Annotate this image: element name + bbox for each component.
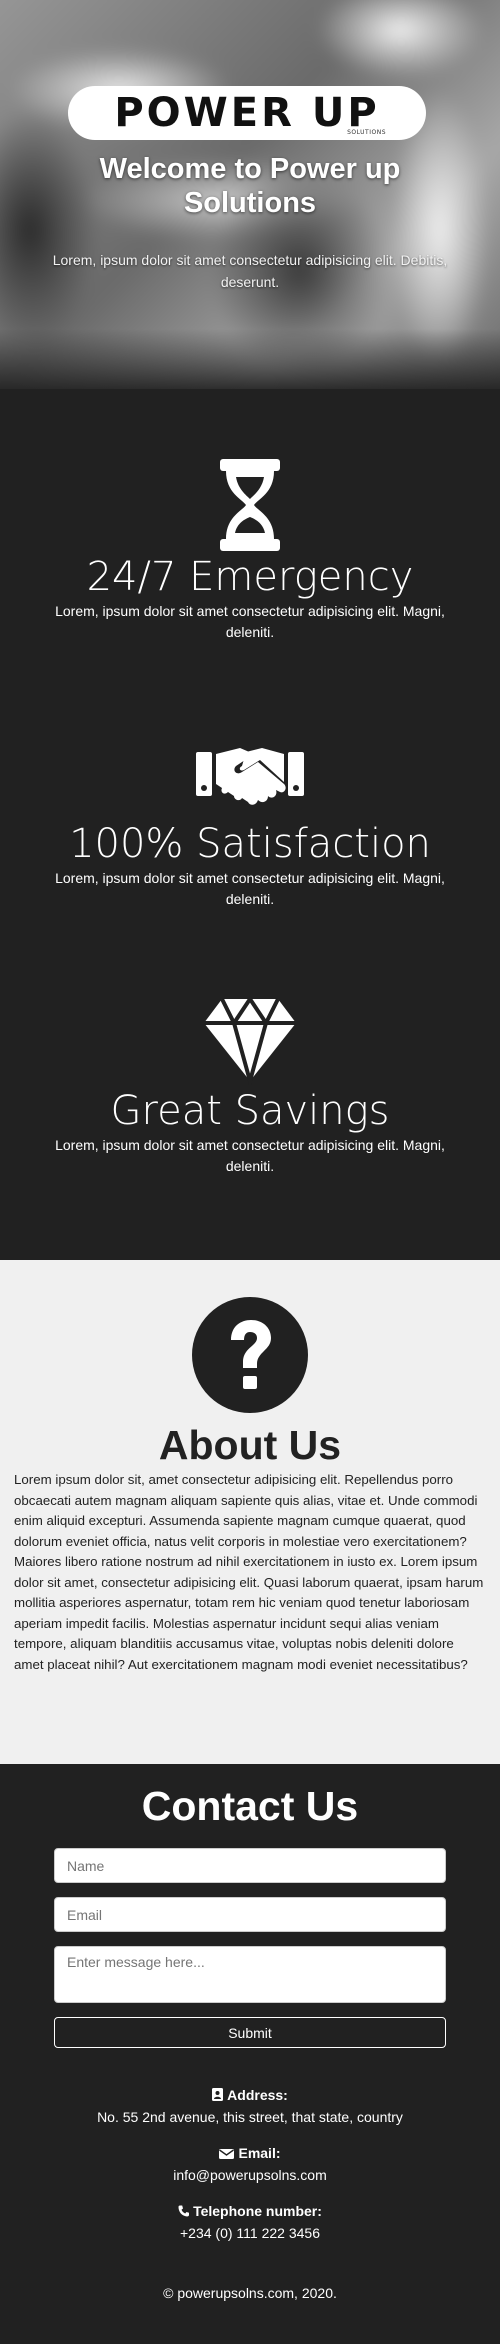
address-value: No. 55 2nd avenue, this street, that sta… [97, 2109, 403, 2125]
mail-icon [219, 2149, 235, 2159]
question-circle-icon [192, 1297, 308, 1413]
address-card-icon [212, 2088, 224, 2101]
logo-text: POWER UP [114, 90, 380, 136]
feature-title: Great Savings [110, 1088, 390, 1134]
feature-item: 100% Satisfaction Lorem, ipsum dolor sit… [0, 726, 500, 993]
submit-button[interactable]: Submit [54, 2017, 446, 2048]
feature-description: Lorem, ipsum dolor sit amet consectetur … [55, 1137, 445, 1174]
message-textarea[interactable] [54, 1946, 446, 2003]
logo-subtext: SOLUTIONS [347, 129, 386, 136]
feature-description: Lorem, ipsum dolor sit amet consectetur … [55, 870, 445, 907]
footer-copyright: © powerupsolns.com, 2020. [163, 2285, 337, 2301]
email-label: Email: [238, 2145, 281, 2161]
hero-section: POWER UP SOLUTIONS Welcome to Power up S… [0, 0, 500, 389]
email-block: Email: info@powerupsolns.com [0, 2144, 500, 2185]
contact-section: Contact Us Submit Address: No. 55 2nd av… [0, 1764, 500, 2344]
feature-item: Great Savings Lorem, ipsum dolor sit ame… [0, 993, 500, 1260]
address-block: Address: No. 55 2nd avenue, this street,… [0, 2086, 500, 2127]
handshake-icon [196, 748, 304, 805]
hero-description: Lorem, ipsum dolor sit amet consectetur … [52, 252, 448, 290]
contact-info: Address: No. 55 2nd avenue, this street,… [0, 2086, 500, 2243]
contact-form: Submit [54, 1848, 446, 2048]
phone-value: +234 (0) 111 222 3456 [180, 2225, 320, 2241]
contact-title: Contact Us [141, 1783, 359, 1829]
logo: POWER UP SOLUTIONS [68, 86, 426, 140]
phone-icon [178, 2205, 190, 2217]
about-text: Lorem ipsum dolor sit, amet consectetur … [14, 1472, 484, 1672]
diamond-icon [204, 995, 296, 1085]
hourglass-icon [220, 459, 280, 551]
features-section: 24/7 Emergency Lorem, ipsum dolor sit am… [0, 389, 500, 1260]
email-input[interactable] [54, 1897, 446, 1932]
feature-description: Lorem, ipsum dolor sit amet consectetur … [55, 603, 445, 640]
about-title: About Us [158, 1422, 342, 1468]
about-section: About Us Lorem ipsum dolor sit, amet con… [0, 1260, 500, 1764]
hero-title: Welcome to Power up Solutions [99, 153, 401, 219]
name-input[interactable] [54, 1848, 446, 1883]
email-value: info@powerupsolns.com [173, 2167, 327, 2183]
phone-label: Telephone number: [193, 2203, 322, 2219]
address-label: Address: [227, 2087, 288, 2103]
feature-item: 24/7 Emergency Lorem, ipsum dolor sit am… [0, 459, 500, 726]
phone-block: Telephone number: +234 (0) 111 222 3456 [0, 2202, 500, 2243]
feature-title: 100% Satisfaction [69, 821, 431, 867]
feature-title: 24/7 Emergency [86, 554, 414, 600]
